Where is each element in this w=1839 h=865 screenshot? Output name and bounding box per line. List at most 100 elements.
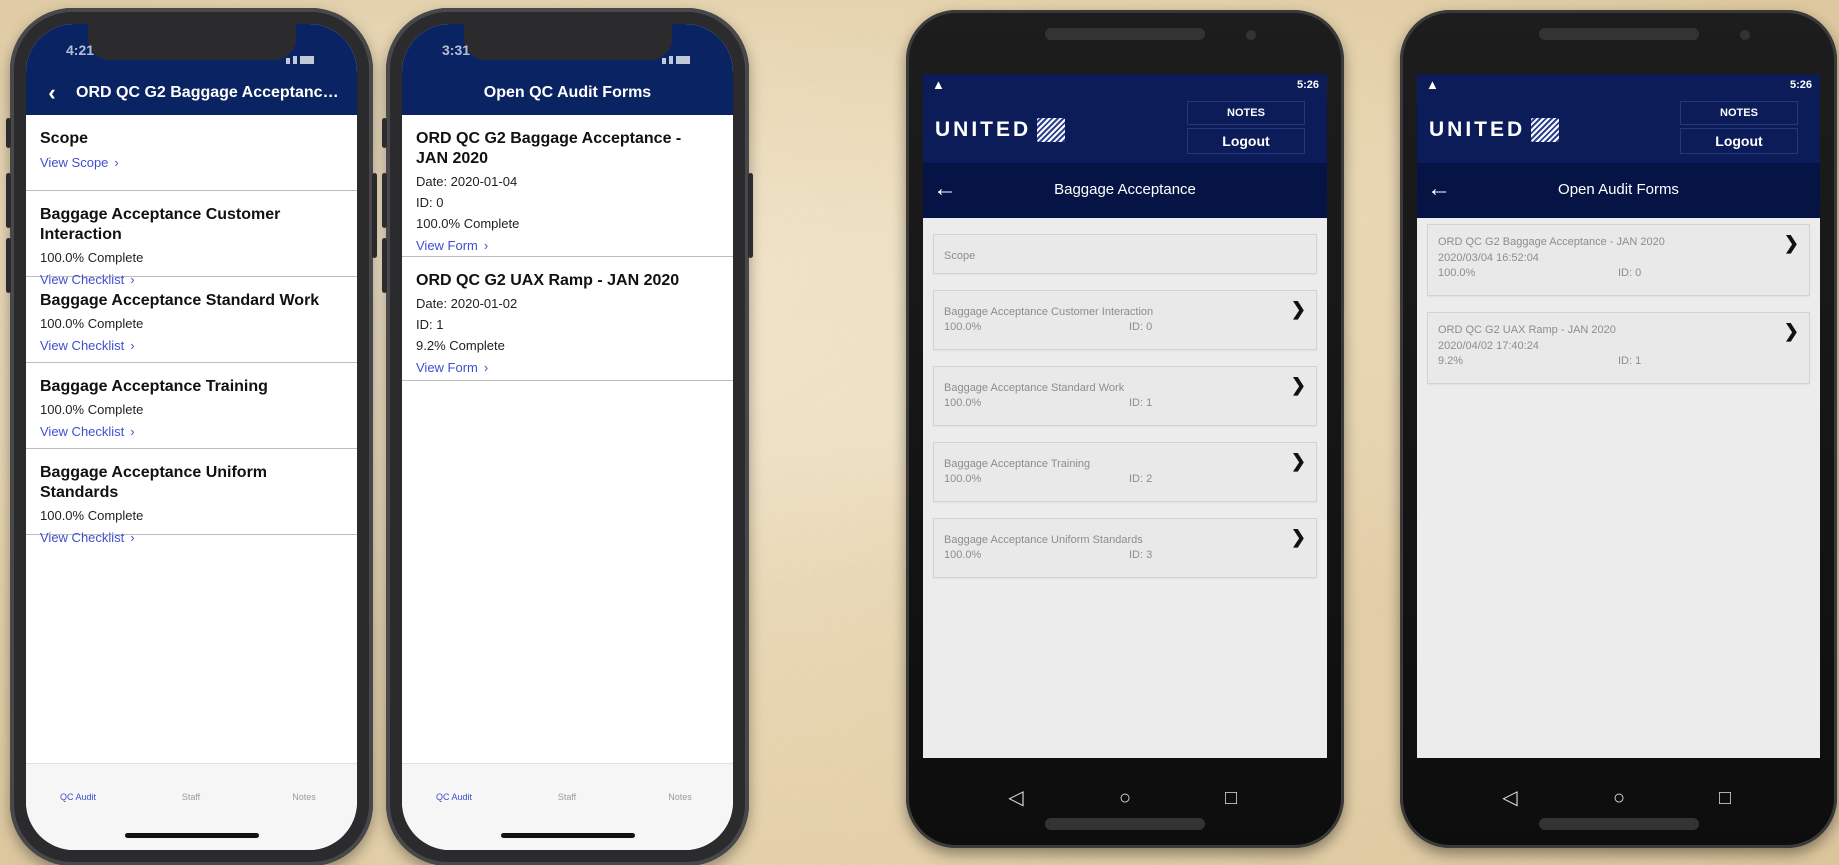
card-meta: 100.0% ID: 3 xyxy=(944,549,1306,563)
completion-status: 100.0% Complete xyxy=(40,316,144,331)
card-percent: 100.0% xyxy=(944,473,982,485)
nav-back-icon[interactable]: ◁ xyxy=(996,785,1036,810)
chevron-right-icon: ❯ xyxy=(1290,451,1306,471)
link-label: View Scope xyxy=(40,155,109,170)
nav-recents-icon[interactable]: □ xyxy=(1211,787,1251,810)
card-percent: 100.0% xyxy=(944,397,982,409)
view-checklist-link[interactable]: View Checklist › xyxy=(40,424,343,440)
list-item[interactable]: ORD QC G2 UAX Ramp - JAN 2020 2020/04/02… xyxy=(1427,312,1810,384)
logout-button[interactable]: Logout xyxy=(1187,128,1305,154)
list-item: ORD QC G2 UAX Ramp - JAN 2020 Date: 2020… xyxy=(402,257,733,381)
card-id: ID: 0 xyxy=(1618,267,1642,279)
form-id: ID: 0 xyxy=(416,195,444,210)
view-checklist-link[interactable]: View Checklist › xyxy=(40,530,343,546)
front-camera xyxy=(1246,30,1256,40)
chevron-right-icon: ❯ xyxy=(1783,321,1799,341)
united-logo: UNITED xyxy=(1429,118,1560,144)
android-1-frame: ▲ 5:26 UNITED NOTES Logout ← Baggage Acc… xyxy=(906,10,1344,848)
status-bar: ▲ 5:26 xyxy=(1417,74,1820,98)
list-item: Scope View Scope › xyxy=(26,115,357,191)
status-bar: ▲ 5:26 xyxy=(923,74,1327,98)
form-date: Date: 2020-01-02 xyxy=(416,296,518,311)
iphone-side-button xyxy=(382,238,387,293)
back-chevron-icon[interactable]: ‹ xyxy=(40,80,64,106)
view-form-link[interactable]: View Form › xyxy=(416,360,719,376)
list-item[interactable]: Baggage Acceptance Customer Interaction … xyxy=(933,290,1317,350)
chevron-right-icon: › xyxy=(114,155,119,170)
tab-notes[interactable]: Notes xyxy=(264,792,344,802)
list-item[interactable]: Baggage Acceptance Standard Work 100.0% … xyxy=(933,366,1317,426)
link-label: View Form xyxy=(416,238,478,253)
card-title: Baggage Acceptance Training xyxy=(944,458,1091,470)
iphone-side-button xyxy=(6,118,11,148)
list-item[interactable]: ORD QC G2 Baggage Acceptance - JAN 2020 … xyxy=(1427,224,1810,296)
list-item[interactable]: Baggage Acceptance Training 100.0% ID: 2… xyxy=(933,442,1317,502)
united-logo: UNITED xyxy=(935,118,1066,144)
list-item[interactable]: Baggage Acceptance Uniform Standards 100… xyxy=(933,518,1317,578)
nav-recents-icon[interactable]: □ xyxy=(1705,787,1745,810)
iphone-2-screen: 3:31 Open QC Audit Forms ORD QC G2 Bagga… xyxy=(402,24,733,850)
chevron-right-icon: › xyxy=(130,272,135,287)
view-form-link[interactable]: View Form › xyxy=(416,238,719,254)
toolbar: ← Baggage Acceptance xyxy=(923,163,1327,218)
notes-button[interactable]: NOTES xyxy=(1680,101,1798,125)
list-item-title: Baggage Acceptance Training xyxy=(40,378,268,395)
tab-qc-audit[interactable]: QC Audit xyxy=(38,792,118,802)
page-title: Baggage Acceptance xyxy=(1054,181,1196,198)
tab-bar: QC Audit Staff Notes xyxy=(26,763,357,850)
tab-notes[interactable]: Notes xyxy=(640,792,720,802)
page-title: Open QC Audit Forms xyxy=(483,84,652,101)
nav-header: 3:31 Open QC Audit Forms xyxy=(402,24,733,115)
speaker-grille xyxy=(1538,818,1699,830)
tab-qc-audit[interactable]: QC Audit xyxy=(414,792,494,802)
globe-icon xyxy=(1037,118,1066,142)
link-label: View Checklist xyxy=(40,530,125,545)
list-item: Baggage Acceptance Training 100.0% Compl… xyxy=(26,363,357,449)
tab-staff[interactable]: Staff xyxy=(151,792,231,802)
chevron-right-icon: › xyxy=(483,238,489,253)
link-label: View Checklist xyxy=(40,424,125,439)
chevron-right-icon: ❯ xyxy=(1290,375,1306,395)
list-item-title: Baggage Acceptance Customer Interaction xyxy=(40,206,281,243)
link-label: View Checklist xyxy=(40,272,125,287)
iphone-side-button xyxy=(372,173,377,258)
card-title: Scope xyxy=(944,250,976,262)
card-percent: 100.0% xyxy=(944,321,982,333)
view-scope-link[interactable]: View Scope › xyxy=(40,155,343,171)
form-completion: 9.2% Complete xyxy=(416,338,505,353)
notch xyxy=(87,24,296,60)
view-checklist-link[interactable]: View Checklist › xyxy=(40,338,343,354)
link-label: View Checklist xyxy=(40,338,125,353)
card-percent: 9.2% xyxy=(1438,355,1464,367)
android-2-screen: ▲ 5:26 UNITED NOTES Logout ← Open Audit … xyxy=(1417,74,1820,758)
card-meta: 100.0% ID: 0 xyxy=(1438,267,1799,281)
nav-home-icon[interactable]: ○ xyxy=(1105,787,1145,810)
chevron-right-icon: ❯ xyxy=(1290,299,1306,319)
nav-home-icon[interactable]: ○ xyxy=(1599,787,1639,810)
card-id: ID: 1 xyxy=(1618,355,1642,367)
list-item-title: Baggage Acceptance Standard Work xyxy=(40,292,320,309)
notes-button[interactable]: NOTES xyxy=(1187,101,1305,125)
nav-back-icon[interactable]: ◁ xyxy=(1490,785,1530,810)
audit-forms-list: ORD QC G2 Baggage Acceptance - JAN 2020 … xyxy=(1427,224,1810,400)
card-meta: 100.0% ID: 2 xyxy=(944,473,1306,487)
chevron-right-icon: ❯ xyxy=(1783,233,1799,253)
chevron-right-icon: › xyxy=(483,360,489,375)
status-time: 5:26 xyxy=(1296,79,1319,91)
card-title: Baggage Acceptance Customer Interaction xyxy=(944,306,1154,318)
warning-icon: ▲ xyxy=(1426,77,1439,92)
tab-staff[interactable]: Staff xyxy=(527,792,607,802)
card-meta: 100.0% ID: 1 xyxy=(944,397,1306,411)
logout-button[interactable]: Logout xyxy=(1680,128,1798,154)
form-completion: 100.0% Complete xyxy=(416,216,520,231)
chevron-right-icon: ❯ xyxy=(1290,527,1306,547)
home-indicator[interactable] xyxy=(124,833,259,838)
form-title: ORD QC G2 UAX Ramp - JAN 2020 xyxy=(416,272,680,289)
notch xyxy=(463,24,672,60)
list-item-title: Baggage Acceptance Uniform Standards xyxy=(40,464,268,501)
iphone-1-frame: 4:21 ‹ ORD QC G2 Baggage Acceptance - JA… xyxy=(6,8,377,865)
scope-card[interactable]: Scope xyxy=(933,234,1317,274)
home-indicator[interactable] xyxy=(500,833,635,838)
app-bar: UNITED NOTES Logout xyxy=(923,98,1327,163)
card-id: ID: 0 xyxy=(1129,321,1153,333)
